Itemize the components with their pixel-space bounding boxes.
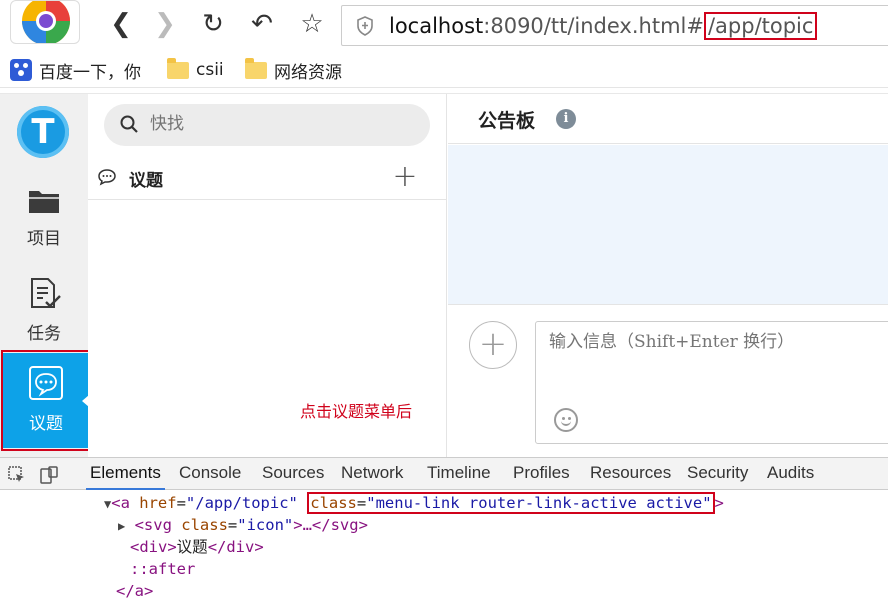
page-title: 公告板 — [478, 110, 536, 132]
tab-console[interactable]: Console — [179, 463, 241, 483]
side-rail: T 项目 任务 议题 — [0, 94, 94, 458]
task-icon — [31, 278, 61, 308]
dom-node-after[interactable]: ::after — [130, 558, 195, 580]
message-input[interactable] — [549, 332, 879, 352]
tab-sources[interactable]: Sources — [262, 463, 324, 483]
annotation-text: 点击议题菜单后 — [300, 402, 413, 421]
app-window: T 项目 任务 议题 快找 议题 + 点击议题菜单后 公告板 i + 输入信息（… — [0, 93, 888, 458]
topic-list-title: 议题 — [129, 171, 163, 191]
devtools-panel: Elements Console Sources Network Timelin… — [0, 457, 888, 605]
inspect-element-icon[interactable] — [8, 466, 26, 484]
rail-item-tasks[interactable]: 任务 — [0, 277, 88, 344]
main-panel: 公告板 i + — [448, 94, 888, 458]
search-icon — [120, 115, 138, 133]
browser-toolbar: ❮ ❯ ↻ ↶ ☆ localhost:8090/tt/index.html# /… — [0, 0, 888, 52]
bookmark-network-resources[interactable]: 网络资源 — [245, 57, 342, 83]
tab-resources[interactable]: Resources — [590, 463, 671, 483]
tab-security[interactable]: Security — [687, 463, 748, 483]
tab-audits[interactable]: Audits — [767, 463, 814, 483]
folder-icon — [245, 57, 267, 79]
tab-profiles[interactable]: Profiles — [513, 463, 570, 483]
rail-item-projects[interactable]: 项目 — [0, 186, 88, 249]
bookmark-star-icon[interactable]: ☆ — [297, 10, 327, 40]
app-logo[interactable]: T — [17, 106, 69, 158]
shield-icon — [357, 16, 373, 36]
bulletin-board-area — [448, 145, 888, 304]
emoji-icon[interactable] — [554, 408, 578, 432]
info-icon[interactable]: i — [556, 109, 576, 129]
address-bar[interactable]: localhost:8090/tt/index.html#/app/topic — [341, 5, 888, 46]
app-logo-letter: T — [31, 112, 55, 152]
add-topic-button[interactable]: + — [392, 162, 418, 192]
compose-area: + — [448, 304, 888, 458]
device-mode-icon[interactable] — [40, 466, 58, 484]
attach-add-button[interactable]: + — [469, 321, 517, 369]
folder-icon — [29, 191, 59, 213]
dom-node-a-close[interactable]: </a> — [116, 580, 153, 602]
folder-icon — [167, 57, 189, 79]
chat-bubbles-icon — [98, 169, 116, 186]
message-box[interactable] — [535, 321, 888, 444]
baidu-paw-icon — [10, 59, 32, 81]
forward-icon[interactable]: ❯ — [150, 10, 180, 40]
browser-logo-icon[interactable] — [10, 0, 80, 44]
rail-item-label: 项目 — [27, 229, 61, 249]
bookmark-csii[interactable]: csii — [167, 57, 224, 82]
url-text[interactable]: localhost:8090/tt/index.html#/app/topic — [389, 12, 818, 40]
url-host: localhost — [389, 14, 484, 38]
url-path: :8090/tt/index.html# — [483, 14, 704, 38]
url-highlight: /app/topic — [703, 12, 818, 40]
search-input[interactable] — [150, 114, 400, 134]
topic-list-panel: 议题 + 点击议题菜单后 — [88, 94, 447, 458]
undo-icon[interactable]: ↶ — [247, 10, 277, 40]
annotation-highlight-box — [1, 350, 94, 451]
bookmark-label: 百度一下，你 — [39, 62, 141, 83]
tab-timeline[interactable]: Timeline — [427, 463, 491, 483]
class-attribute-highlight: class="menu-link router-link-active acti… — [307, 492, 715, 514]
dom-node-div[interactable]: <div>议题</div> — [130, 536, 264, 558]
back-icon[interactable]: ❮ — [106, 10, 136, 40]
rail-item-label: 任务 — [27, 324, 61, 344]
topic-list-header: 议题 + — [88, 156, 446, 200]
bookmark-baidu[interactable]: 百度一下，你 — [10, 58, 141, 83]
tab-elements[interactable]: Elements — [86, 463, 165, 490]
dom-node-svg[interactable]: ▶ <svg class="icon">…</svg> — [118, 514, 368, 537]
reload-icon[interactable]: ↻ — [198, 10, 228, 40]
tab-network[interactable]: Network — [341, 463, 403, 483]
bookmarks-bar: 百度一下，你 csii 网络资源 — [0, 52, 888, 88]
dom-tree: ▼<a href="/app/topic" class="menu-link r… — [0, 492, 888, 605]
screenshot-root: ❮ ❯ ↻ ↶ ☆ localhost:8090/tt/index.html# /… — [0, 0, 888, 605]
devtools-tabbar: Elements Console Sources Network Timelin… — [0, 458, 888, 490]
dom-node-a[interactable]: ▼<a href="/app/topic" class="menu-link r… — [104, 492, 724, 515]
main-header: 公告板 i — [448, 94, 888, 144]
bookmark-label: 网络资源 — [274, 62, 342, 83]
search-box[interactable] — [104, 104, 430, 146]
bookmark-label: csii — [196, 60, 224, 80]
